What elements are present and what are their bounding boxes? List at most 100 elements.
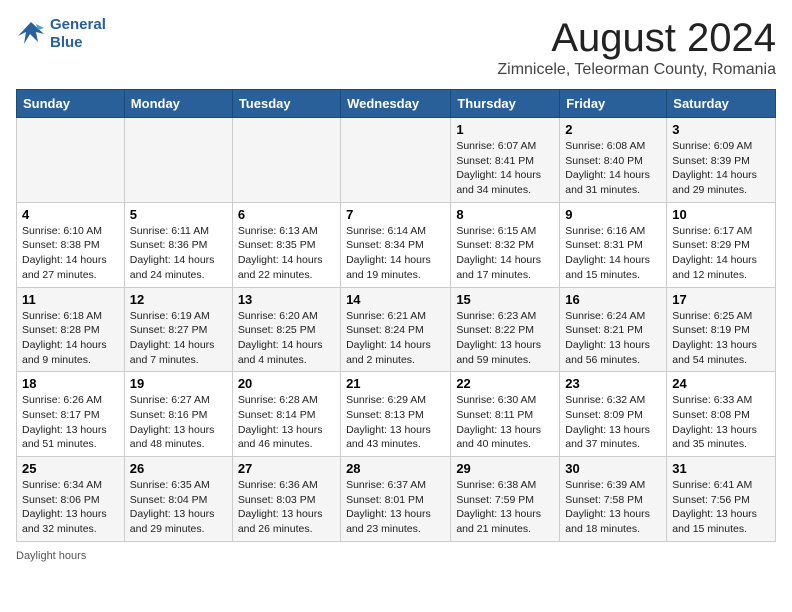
day-number: 5 — [130, 207, 227, 222]
day-info: Sunrise: 6:35 AM Sunset: 8:04 PM Dayligh… — [130, 478, 227, 537]
calendar-day-cell: 10 Sunrise: 6:17 AM Sunset: 8:29 PM Dayli… — [667, 202, 776, 287]
day-info: Sunrise: 6:11 AM Sunset: 8:36 PM Dayligh… — [130, 224, 227, 283]
location-title: Zimnicele, Teleorman County, Romania — [497, 61, 776, 79]
day-info: Sunrise: 6:15 AM Sunset: 8:32 PM Dayligh… — [456, 224, 554, 283]
calendar-week-row: 18Sunrise: 6:26 AM Sunset: 8:17 PM Dayli… — [17, 372, 776, 457]
header: General Blue August 2024 Zimnicele, Tele… — [16, 16, 776, 79]
day-info: Sunrise: 6:24 AM Sunset: 8:21 PM Dayligh… — [565, 309, 661, 368]
calendar-day-cell: 28 Sunrise: 6:37 AM Sunset: 8:01 PM Dayli… — [341, 457, 451, 542]
calendar-day-cell — [341, 118, 451, 203]
day-info: Sunrise: 6:37 AM Sunset: 8:01 PM Dayligh… — [346, 478, 445, 537]
calendar-day-cell: 31Sunrise: 6:41 AM Sunset: 7:56 PM Dayli… — [667, 457, 776, 542]
calendar-day-cell: 23 Sunrise: 6:32 AM Sunset: 8:09 PM Dayli… — [560, 372, 667, 457]
day-number: 3 — [672, 122, 770, 137]
calendar-day-cell: 17 Sunrise: 6:25 AM Sunset: 8:19 PM Dayli… — [667, 287, 776, 372]
calendar-day-cell: 4Sunrise: 6:10 AM Sunset: 8:38 PM Daylig… — [17, 202, 125, 287]
calendar-header-cell: Tuesday — [232, 90, 340, 118]
day-info: Sunrise: 6:39 AM Sunset: 7:58 PM Dayligh… — [565, 478, 661, 537]
calendar-day-cell: 1Sunrise: 6:07 AM Sunset: 8:41 PM Daylig… — [451, 118, 560, 203]
day-info: Sunrise: 6:34 AM Sunset: 8:06 PM Dayligh… — [22, 478, 119, 537]
day-info: Sunrise: 6:13 AM Sunset: 8:35 PM Dayligh… — [238, 224, 335, 283]
day-info: Sunrise: 6:19 AM Sunset: 8:27 PM Dayligh… — [130, 309, 227, 368]
day-info: Sunrise: 6:32 AM Sunset: 8:09 PM Dayligh… — [565, 393, 661, 452]
calendar-day-cell: 8 Sunrise: 6:15 AM Sunset: 8:32 PM Daylig… — [451, 202, 560, 287]
day-info: Sunrise: 6:17 AM Sunset: 8:29 PM Dayligh… — [672, 224, 770, 283]
day-number: 17 — [672, 292, 770, 307]
day-info: Sunrise: 6:26 AM Sunset: 8:17 PM Dayligh… — [22, 393, 119, 452]
day-number: 11 — [22, 292, 119, 307]
day-number: 22 — [456, 376, 554, 391]
day-info: Sunrise: 6:20 AM Sunset: 8:25 PM Dayligh… — [238, 309, 335, 368]
calendar-day-cell: 2 Sunrise: 6:08 AM Sunset: 8:40 PM Daylig… — [560, 118, 667, 203]
month-title: August 2024 — [497, 16, 776, 61]
calendar-table: SundayMondayTuesdayWednesdayThursdayFrid… — [16, 89, 776, 542]
day-number: 16 — [565, 292, 661, 307]
day-number: 21 — [346, 376, 445, 391]
day-info: Sunrise: 6:16 AM Sunset: 8:31 PM Dayligh… — [565, 224, 661, 283]
calendar-day-cell: 20Sunrise: 6:28 AM Sunset: 8:14 PM Dayli… — [232, 372, 340, 457]
calendar-week-row: 11 Sunrise: 6:18 AM Sunset: 8:28 PM Dayli… — [17, 287, 776, 372]
calendar-day-cell: 22 Sunrise: 6:30 AM Sunset: 8:11 PM Dayli… — [451, 372, 560, 457]
day-info: Sunrise: 6:29 AM Sunset: 8:13 PM Dayligh… — [346, 393, 445, 452]
footer: Daylight hours — [16, 550, 776, 562]
day-number: 6 — [238, 207, 335, 222]
day-info: Sunrise: 6:18 AM Sunset: 8:28 PM Dayligh… — [22, 309, 119, 368]
calendar-day-cell: 21 Sunrise: 6:29 AM Sunset: 8:13 PM Dayli… — [341, 372, 451, 457]
calendar-week-row: 4Sunrise: 6:10 AM Sunset: 8:38 PM Daylig… — [17, 202, 776, 287]
calendar-day-cell: 13 Sunrise: 6:20 AM Sunset: 8:25 PM Dayli… — [232, 287, 340, 372]
day-number: 29 — [456, 461, 554, 476]
calendar-day-cell — [17, 118, 125, 203]
calendar-day-cell: 29 Sunrise: 6:38 AM Sunset: 7:59 PM Dayli… — [451, 457, 560, 542]
logo: General Blue — [16, 16, 106, 52]
title-area: August 2024 Zimnicele, Teleorman County,… — [497, 16, 776, 79]
calendar-header-cell: Saturday — [667, 90, 776, 118]
day-number: 2 — [565, 122, 661, 137]
day-number: 28 — [346, 461, 445, 476]
logo-bird-icon — [16, 20, 46, 48]
calendar-day-cell: 18Sunrise: 6:26 AM Sunset: 8:17 PM Dayli… — [17, 372, 125, 457]
day-number: 23 — [565, 376, 661, 391]
day-info: Sunrise: 6:23 AM Sunset: 8:22 PM Dayligh… — [456, 309, 554, 368]
calendar-header-cell: Sunday — [17, 90, 125, 118]
day-info: Sunrise: 6:27 AM Sunset: 8:16 PM Dayligh… — [130, 393, 227, 452]
calendar-day-cell: 11 Sunrise: 6:18 AM Sunset: 8:28 PM Dayli… — [17, 287, 125, 372]
day-info: Sunrise: 6:07 AM Sunset: 8:41 PM Dayligh… — [456, 139, 554, 198]
day-number: 13 — [238, 292, 335, 307]
calendar-day-cell — [232, 118, 340, 203]
day-info: Sunrise: 6:25 AM Sunset: 8:19 PM Dayligh… — [672, 309, 770, 368]
calendar-day-cell — [124, 118, 232, 203]
day-number: 19 — [130, 376, 227, 391]
calendar-day-cell: 5 Sunrise: 6:11 AM Sunset: 8:36 PM Daylig… — [124, 202, 232, 287]
day-info: Sunrise: 6:14 AM Sunset: 8:34 PM Dayligh… — [346, 224, 445, 283]
day-number: 8 — [456, 207, 554, 222]
calendar-week-row: 25 Sunrise: 6:34 AM Sunset: 8:06 PM Dayli… — [17, 457, 776, 542]
calendar-day-cell: 24Sunrise: 6:33 AM Sunset: 8:08 PM Dayli… — [667, 372, 776, 457]
day-number: 14 — [346, 292, 445, 307]
day-info: Sunrise: 6:30 AM Sunset: 8:11 PM Dayligh… — [456, 393, 554, 452]
calendar-day-cell: 26Sunrise: 6:35 AM Sunset: 8:04 PM Dayli… — [124, 457, 232, 542]
day-number: 10 — [672, 207, 770, 222]
day-info: Sunrise: 6:38 AM Sunset: 7:59 PM Dayligh… — [456, 478, 554, 537]
day-info: Sunrise: 6:21 AM Sunset: 8:24 PM Dayligh… — [346, 309, 445, 368]
calendar-day-cell: 12 Sunrise: 6:19 AM Sunset: 8:27 PM Dayli… — [124, 287, 232, 372]
calendar-day-cell: 30 Sunrise: 6:39 AM Sunset: 7:58 PM Dayli… — [560, 457, 667, 542]
calendar-day-cell: 19 Sunrise: 6:27 AM Sunset: 8:16 PM Dayli… — [124, 372, 232, 457]
calendar-day-cell: 15 Sunrise: 6:23 AM Sunset: 8:22 PM Dayli… — [451, 287, 560, 372]
day-number: 30 — [565, 461, 661, 476]
day-number: 12 — [130, 292, 227, 307]
calendar-day-cell: 9 Sunrise: 6:16 AM Sunset: 8:31 PM Daylig… — [560, 202, 667, 287]
day-info: Sunrise: 6:41 AM Sunset: 7:56 PM Dayligh… — [672, 478, 770, 537]
day-number: 20 — [238, 376, 335, 391]
day-info: Sunrise: 6:08 AM Sunset: 8:40 PM Dayligh… — [565, 139, 661, 198]
calendar-header-cell: Monday — [124, 90, 232, 118]
calendar-day-cell: 3Sunrise: 6:09 AM Sunset: 8:39 PM Daylig… — [667, 118, 776, 203]
logo-text: General Blue — [50, 16, 106, 52]
day-number: 9 — [565, 207, 661, 222]
day-number: 25 — [22, 461, 119, 476]
calendar-day-cell: 16 Sunrise: 6:24 AM Sunset: 8:21 PM Dayli… — [560, 287, 667, 372]
day-number: 7 — [346, 207, 445, 222]
day-number: 15 — [456, 292, 554, 307]
calendar-header-row: SundayMondayTuesdayWednesdayThursdayFrid… — [17, 90, 776, 118]
calendar-day-cell: 25 Sunrise: 6:34 AM Sunset: 8:06 PM Dayli… — [17, 457, 125, 542]
day-info: Sunrise: 6:33 AM Sunset: 8:08 PM Dayligh… — [672, 393, 770, 452]
